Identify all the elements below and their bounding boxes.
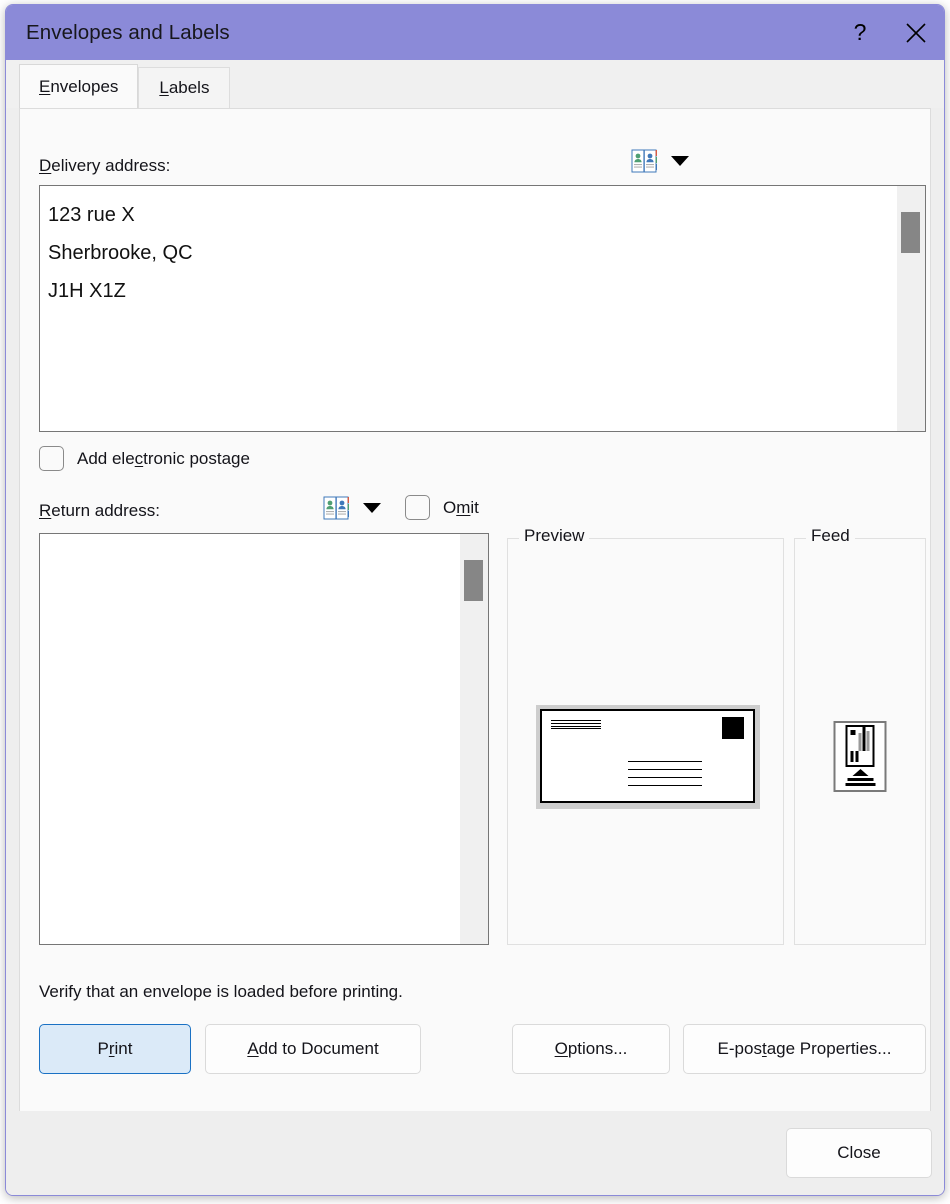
close-icon <box>906 22 926 43</box>
address-book-icon[interactable] <box>631 149 657 173</box>
envelopes-and-labels-dialog: Envelopes and Labels ? Envelopes Labels <box>5 4 945 1196</box>
title-bar-buttons: ? <box>832 5 944 60</box>
delivery-address-label: Delivery address: <box>39 156 170 176</box>
add-to-document-button[interactable]: Add to Document <box>205 1024 421 1074</box>
address-book-icon[interactable] <box>323 496 349 520</box>
tab-labels-accel: L <box>159 78 169 97</box>
title-bar: Envelopes and Labels ? <box>6 5 944 60</box>
return-address-book-control[interactable] <box>323 496 381 520</box>
delivery-address-scrollbar[interactable] <box>897 186 925 431</box>
tab-envelopes[interactable]: Envelopes <box>19 64 139 108</box>
feed-legend: Feed <box>806 526 855 546</box>
tab-labels[interactable]: Labels <box>138 67 231 108</box>
add-electronic-postage-label: Add electronic postage <box>77 448 250 468</box>
delivery-address-dropdown-icon[interactable] <box>671 156 689 166</box>
envelope-face <box>540 709 755 803</box>
close-button-footer[interactable]: Close <box>786 1128 932 1178</box>
preview-legend: Preview <box>519 526 590 546</box>
envelope-return-address-lines <box>551 720 601 729</box>
close-button[interactable] <box>888 5 944 60</box>
envelope-preview-image <box>536 705 760 809</box>
envelope-delivery-address-lines <box>628 761 702 793</box>
delivery-address-book-control[interactable] <box>631 149 689 173</box>
delivery-address-value[interactable]: 123 rue X Sherbrooke, QC J1H X1Z <box>40 186 897 431</box>
help-button[interactable]: ? <box>832 5 888 60</box>
return-address-label-rest: eturn address: <box>51 501 160 520</box>
delivery-address-accel: D <box>39 156 52 175</box>
tab-envelopes-accel: E <box>39 76 51 96</box>
return-address-dropdown-icon[interactable] <box>363 503 381 513</box>
window-title: Envelopes and Labels <box>26 20 230 44</box>
feed-direction-icon[interactable] <box>833 721 887 792</box>
tab-strip: Envelopes Labels <box>6 60 944 108</box>
omit-row[interactable]: Omit <box>405 495 479 520</box>
feed-group: Feed <box>794 526 926 945</box>
return-address-label: Return address: <box>39 501 160 521</box>
envelopes-tab-panel: Delivery address: 123 rue X Sherbrooke, … <box>19 108 931 1125</box>
verify-envelope-text: Verify that an envelope is loaded before… <box>39 982 403 1001</box>
tab-envelopes-label-rest: nvelopes <box>50 76 119 96</box>
return-address-accel: R <box>39 501 52 520</box>
envelope-stamp <box>722 717 744 739</box>
question-mark-icon: ? <box>853 19 867 45</box>
return-address-textarea[interactable] <box>39 533 489 945</box>
feed-tray-glyph <box>845 769 875 786</box>
tab-labels-label-rest: abels <box>168 78 210 97</box>
delivery-address-textarea[interactable]: 123 rue X Sherbrooke, QC J1H X1Z <box>39 185 926 432</box>
feed-envelope-glyph <box>845 725 875 767</box>
options-button[interactable]: Options... <box>512 1024 670 1074</box>
add-electronic-postage-row[interactable]: Add electronic postage <box>39 446 250 471</box>
delivery-address-label-rest: elivery address: <box>51 156 171 175</box>
return-address-value[interactable] <box>40 534 460 944</box>
return-address-scrollbar[interactable] <box>460 534 488 944</box>
dialog-footer: Close <box>6 1111 944 1195</box>
omit-label: Omit <box>443 497 479 517</box>
e-postage-properties-button[interactable]: E-postage Properties... <box>683 1024 926 1074</box>
add-electronic-postage-checkbox[interactable] <box>39 446 64 471</box>
return-address-scroll-thumb[interactable] <box>464 560 483 601</box>
omit-checkbox[interactable] <box>405 495 430 520</box>
preview-group: Preview <box>507 526 784 945</box>
print-button[interactable]: Print <box>39 1024 191 1074</box>
delivery-address-scroll-thumb[interactable] <box>901 212 920 253</box>
